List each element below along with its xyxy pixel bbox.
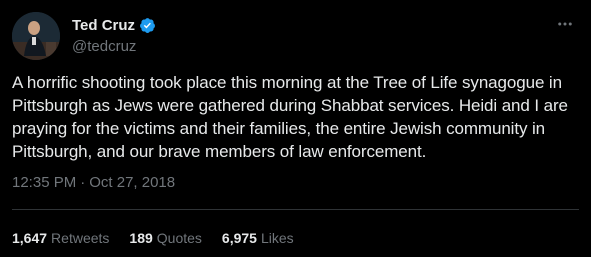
divider	[12, 209, 579, 210]
retweets-stat[interactable]: 1,647 Retweets	[12, 228, 109, 248]
user-handle[interactable]: @tedcruz	[72, 37, 156, 57]
tweet-time: 12:35 PM	[12, 174, 77, 191]
name-row: Ted Cruz	[72, 15, 156, 35]
verified-badge-icon	[139, 17, 156, 34]
more-horizontal-icon[interactable]	[555, 14, 575, 34]
tweet-text: A horrific shooting took place this morn…	[12, 73, 568, 161]
retweets-count: 1,647	[12, 230, 48, 246]
avatar[interactable]	[12, 12, 60, 60]
tweet-header: Ted Cruz @tedcruz	[12, 12, 579, 60]
likes-stat[interactable]: 6,975 Likes	[222, 228, 294, 248]
tweet-stats: 1,647 Retweets 189 Quotes 6,975 Likes	[12, 228, 314, 248]
tweet-date: Oct 27, 2018	[89, 174, 176, 191]
avatar-image	[12, 12, 60, 60]
likes-count: 6,975	[221, 230, 257, 246]
display-name[interactable]: Ted Cruz	[72, 17, 135, 34]
likes-label: Likes	[260, 230, 294, 246]
quotes-label: Quotes	[156, 230, 202, 246]
tweet-card: Ted Cruz @tedcruz A horrific shooting to…	[0, 0, 591, 257]
quotes-count: 189	[129, 230, 153, 246]
retweets-label: Retweets	[51, 230, 110, 246]
tweet-timestamp[interactable]: 12:35 PM · Oct 27, 2018	[12, 173, 175, 193]
timestamp-separator: ·	[80, 174, 86, 191]
user-info: Ted Cruz @tedcruz	[72, 15, 156, 57]
quotes-stat[interactable]: 189 Quotes	[129, 228, 202, 248]
